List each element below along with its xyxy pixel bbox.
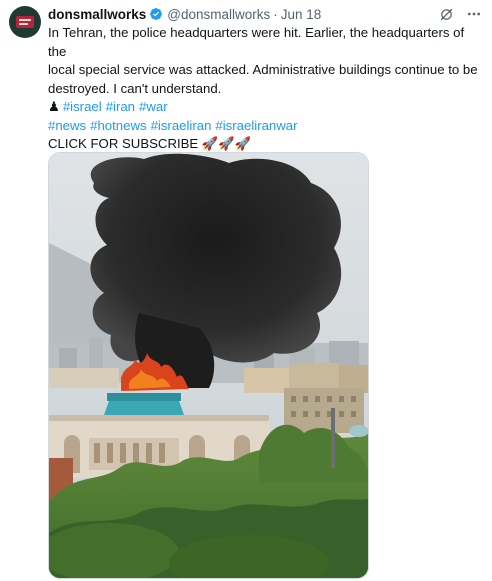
more-options-icon[interactable] (466, 6, 482, 22)
hashtag-link[interactable]: #israeliranwar (215, 118, 297, 133)
chess-pawn-icon: ♟ (48, 99, 60, 114)
hashtag-link[interactable]: #hotnews (90, 118, 146, 133)
smoke-over-domed-building-photo (49, 153, 368, 578)
verified-badge-icon (150, 8, 163, 20)
tweet-text-line: In Tehran, the police headquarters were … (48, 25, 465, 59)
hashtag-row: #news #hotnews #israeliran #israeliranwar (48, 117, 480, 136)
rocket-icons: 🚀🚀🚀 (201, 136, 252, 151)
grok-icon[interactable] (439, 7, 454, 22)
subscribe-callout: CLICK FOR SUBSCRIBE 🚀🚀🚀 (48, 135, 480, 154)
hashtag-row: ♟ #israel #iran #war (48, 98, 480, 117)
tweet-date[interactable]: Jun 18 (281, 7, 322, 22)
avatar[interactable] (9, 6, 41, 38)
tweet-header: donsmallworks @donsmallworks · Jun 18 (48, 5, 482, 23)
hashtag-link[interactable]: #war (139, 99, 168, 114)
hashtag-link[interactable]: #israel (63, 99, 102, 114)
dot-separator: · (273, 6, 278, 22)
hashtag-link[interactable]: #news (48, 118, 86, 133)
tweet-card[interactable]: donsmallworks @donsmallworks · Jun 18 In… (0, 0, 492, 581)
tweet-text-line: local special service was attacked. Admi… (48, 62, 478, 77)
author-handle[interactable]: @donsmallworks (167, 7, 270, 22)
tweet-text: In Tehran, the police headquarters were … (48, 24, 480, 154)
author-name[interactable]: donsmallworks (48, 7, 146, 22)
tweet-text-line: destroyed. I can't understand. (48, 80, 222, 96)
tweet-photo[interactable] (48, 152, 369, 579)
avatar-logo (16, 16, 34, 28)
hashtag-link[interactable]: #israeliran (151, 118, 212, 133)
hashtag-link[interactable]: #iran (106, 99, 135, 114)
subscribe-text: CLICK FOR SUBSCRIBE (48, 136, 199, 151)
